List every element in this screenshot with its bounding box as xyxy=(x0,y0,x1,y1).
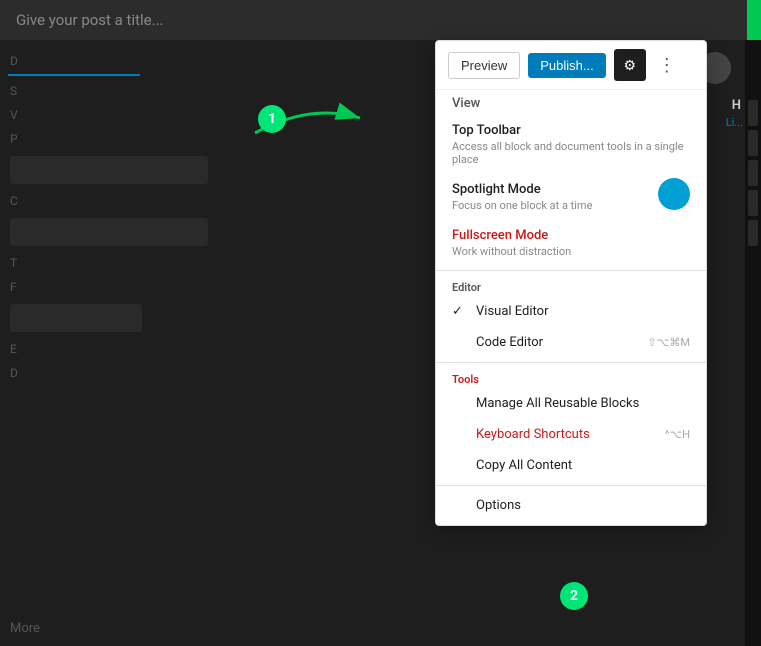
more-icon: ⋮ xyxy=(658,55,676,75)
visual-editor-label: Visual Editor xyxy=(476,304,690,319)
sidebar-block-1 xyxy=(10,156,208,184)
copy-content-item[interactable]: Copy All Content xyxy=(436,450,706,481)
green-indicator xyxy=(747,0,761,40)
fullscreen-mode-desc: Work without distraction xyxy=(452,245,690,258)
right-block-3 xyxy=(748,160,758,186)
left-sidebar: D S V P C T F E D xyxy=(0,40,220,646)
sidebar-label-p: P xyxy=(0,128,220,150)
h-label: H xyxy=(732,98,741,113)
top-toolbar-title: Top Toolbar xyxy=(452,123,690,138)
bottom-more: More xyxy=(10,621,40,636)
sidebar-label-f: F xyxy=(0,276,220,298)
post-title-input[interactable]: Give your post a title... xyxy=(16,11,745,29)
more-button[interactable]: ⋮ xyxy=(654,51,680,80)
copy-content-label: Copy All Content xyxy=(476,458,572,473)
view-section-label: View xyxy=(436,90,706,115)
right-block-4 xyxy=(748,190,758,216)
keyboard-shortcuts-item[interactable]: Keyboard Shortcuts ^⌥H xyxy=(436,419,706,450)
right-block-2 xyxy=(748,130,758,156)
main-area: D S V P C T F E D Preview Publish... ⚙ xyxy=(0,40,761,646)
editor-section-label: Editor xyxy=(436,275,706,296)
h-sub-label: Li... xyxy=(726,116,743,129)
preview-button[interactable]: Preview xyxy=(448,52,520,79)
spotlight-mode-title: Spotlight Mode xyxy=(452,182,592,197)
spotlight-mode-item[interactable]: Spotlight Mode Focus on one block at a t… xyxy=(436,174,706,220)
visual-editor-item[interactable]: ✓ Visual Editor xyxy=(436,296,706,327)
spotlight-mode-desc: Focus on one block at a time xyxy=(452,199,592,212)
options-label: Options xyxy=(476,498,521,513)
divider-2 xyxy=(436,362,706,363)
keyboard-shortcuts-label: Keyboard Shortcuts xyxy=(476,427,590,442)
options-item[interactable]: Options xyxy=(436,490,706,521)
keyboard-shortcuts-shortcut: ^⌥H xyxy=(665,428,690,441)
sidebar-label-s: S xyxy=(0,80,220,102)
sidebar-label-d2: D xyxy=(0,362,220,384)
right-block-5 xyxy=(748,220,758,246)
fullscreen-mode-title: Fullscreen Mode xyxy=(452,228,690,243)
sidebar-label-c: C xyxy=(0,190,220,212)
sidebar-block-2 xyxy=(10,218,208,246)
right-bar xyxy=(745,40,761,646)
top-toolbar-desc: Access all block and document tools in a… xyxy=(452,140,690,166)
tools-section-label: Tools xyxy=(436,367,706,388)
dropdown-panel: Preview Publish... ⚙ ⋮ View Top Toolbar … xyxy=(435,40,707,526)
spotlight-toggle[interactable] xyxy=(658,178,690,210)
code-editor-shortcut: ⇧⌥⌘M xyxy=(648,336,691,349)
sidebar-block-3 xyxy=(10,304,142,332)
gear-icon: ⚙ xyxy=(623,57,636,74)
code-editor-item[interactable]: Code Editor ⇧⌥⌘M xyxy=(436,327,706,358)
sidebar-label-t: T xyxy=(0,252,220,274)
dropdown-toolbar: Preview Publish... ⚙ ⋮ xyxy=(436,41,706,90)
divider-1 xyxy=(436,270,706,271)
gear-button[interactable]: ⚙ xyxy=(614,49,646,81)
publish-button[interactable]: Publish... xyxy=(528,53,605,78)
sidebar-label-d: D xyxy=(0,50,220,72)
manage-blocks-label: Manage All Reusable Blocks xyxy=(476,396,639,411)
sidebar-label-v: V xyxy=(0,104,220,126)
check-icon: ✓ xyxy=(452,304,468,319)
manage-blocks-item[interactable]: Manage All Reusable Blocks xyxy=(436,388,706,419)
badge-1: 1 xyxy=(258,105,286,133)
top-toolbar-item[interactable]: Top Toolbar Access all block and documen… xyxy=(436,115,706,174)
fullscreen-mode-item[interactable]: Fullscreen Mode Work without distraction xyxy=(436,220,706,266)
code-editor-label: Code Editor xyxy=(476,335,648,350)
sidebar-label-e: E xyxy=(0,338,220,360)
right-block-1 xyxy=(748,100,758,126)
divider-3 xyxy=(436,485,706,486)
top-bar: Give your post a title... xyxy=(0,0,761,40)
editor-area: Preview Publish... ⚙ ⋮ View Top Toolbar … xyxy=(220,40,745,646)
badge-2: 2 xyxy=(560,582,588,610)
